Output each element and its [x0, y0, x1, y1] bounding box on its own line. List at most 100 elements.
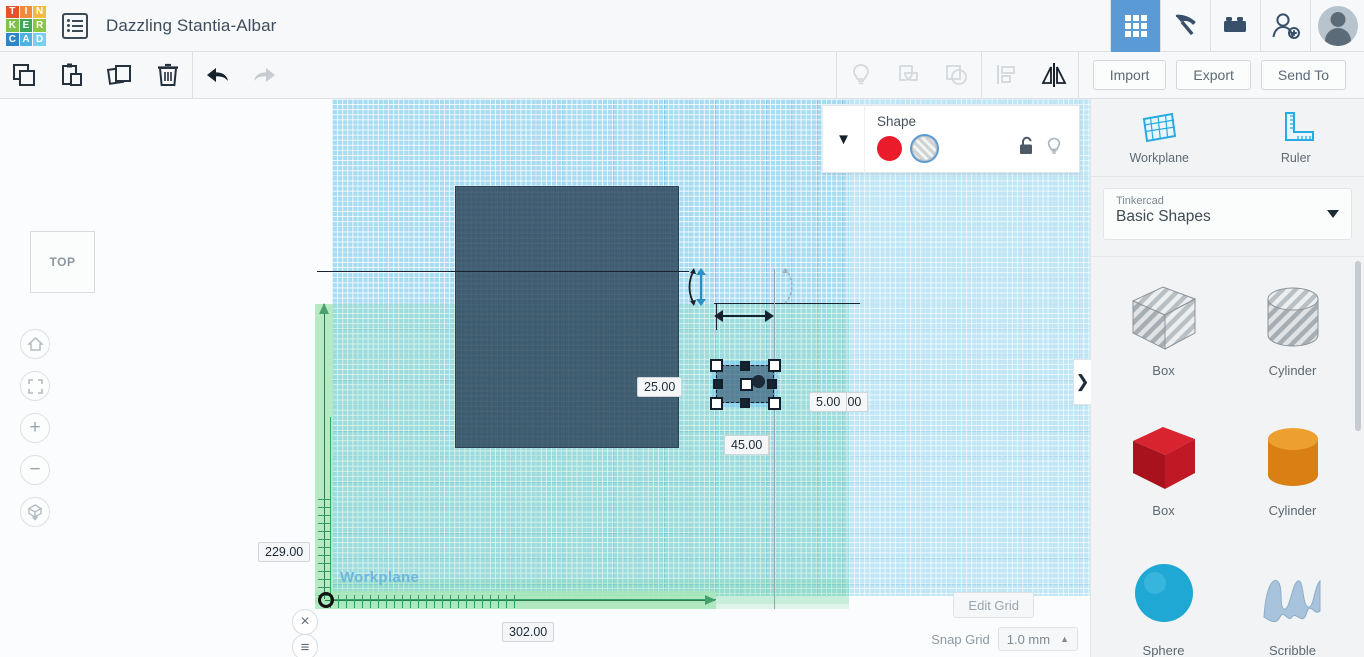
zoom-out-button[interactable]: −	[20, 455, 50, 485]
delete-icon[interactable]	[144, 52, 192, 98]
snap-grid-value: 1.0 mm	[1006, 631, 1051, 647]
dimension-arrowhead-left	[714, 310, 723, 322]
lightbulb-icon[interactable]	[837, 52, 885, 98]
sphere-icon	[1134, 564, 1193, 622]
shape-label: Sphere	[1142, 643, 1185, 657]
undo-icon[interactable]	[193, 52, 241, 98]
avatar-image	[1317, 6, 1358, 46]
logo-letter: A	[19, 32, 33, 46]
resize-handle-s[interactable]	[740, 398, 750, 408]
edit-grid-button[interactable]: Edit Grid	[953, 592, 1034, 618]
dimension-label-left[interactable]: 25.00	[637, 377, 683, 397]
rotate-handle[interactable]	[752, 375, 765, 388]
logo-letter: D	[33, 32, 46, 46]
shape-properties-panel: ▼ Shape	[822, 105, 1080, 173]
resize-handle-ne[interactable]	[768, 359, 781, 372]
sidebar-scrollbar[interactable]	[1355, 261, 1361, 431]
ruler-measure-horizontal[interactable]: 302.00	[502, 622, 555, 642]
paste-icon[interactable]	[48, 52, 96, 98]
visibility-icon[interactable]	[1045, 136, 1063, 161]
move-arrows-icon[interactable]	[687, 265, 717, 309]
ruler-ticks-horizontal	[330, 595, 520, 608]
logo-letter: C	[6, 32, 19, 46]
dimension-label-right[interactable]: 5.00	[809, 392, 848, 412]
bulb-glyph	[1047, 137, 1061, 154]
ruler-inner-line-horizontal	[330, 599, 716, 600]
codeblocks-pickaxe-icon[interactable]	[1160, 0, 1210, 52]
view-cube[interactable]: TOP	[30, 231, 95, 293]
shape-panel-collapse-button[interactable]: ▼	[823, 106, 865, 172]
lego-brick-icon[interactable]	[1210, 0, 1260, 52]
ruler-menu-icon[interactable]: ≡	[292, 634, 318, 657]
ruler-icon	[1284, 112, 1314, 141]
solid-color-swatch[interactable]	[877, 136, 902, 161]
chevron-down-icon	[1327, 210, 1339, 218]
home-icon	[26, 336, 44, 351]
align-icon[interactable]	[982, 52, 1030, 98]
export-button[interactable]: Export	[1176, 60, 1251, 90]
edit-grid-label: Edit Grid	[953, 592, 1034, 618]
ruler-origin-handle[interactable]	[318, 592, 334, 608]
top-bar-actions	[1110, 0, 1364, 52]
hole-swatch[interactable]	[912, 136, 937, 161]
shape-sphere[interactable]: Sphere	[1099, 547, 1228, 657]
tinkercad-logo[interactable]: T I N K E R C A D	[6, 5, 46, 46]
mirror-icon[interactable]	[1030, 52, 1078, 98]
solid-object-box[interactable]	[455, 186, 679, 448]
resize-handle-n[interactable]	[740, 361, 750, 371]
duplicate-icon[interactable]	[96, 52, 144, 98]
ungroup-icon[interactable]	[933, 52, 981, 98]
undo-glyph	[207, 68, 228, 82]
redo-icon[interactable]	[241, 52, 289, 98]
shape-library-select[interactable]: Tinkercad Basic Shapes	[1103, 188, 1352, 240]
design-grid-icon[interactable]	[1110, 0, 1160, 52]
snap-grid-control: Snap Grid 1.0 mm ▲	[931, 627, 1078, 651]
home-view-button[interactable]	[20, 329, 50, 359]
workplane-tool[interactable]: Workplane	[1091, 99, 1228, 176]
resize-handle-nw[interactable]	[710, 359, 723, 372]
copy-icon[interactable]	[0, 52, 48, 98]
shape-cylinder-solid[interactable]: Cylinder	[1228, 407, 1357, 547]
ruler-inner-line-vertical	[330, 417, 331, 599]
logo-letter: T	[6, 5, 19, 19]
dimension-label-bottom[interactable]: 45.00	[724, 435, 770, 455]
invite-person-icon[interactable]	[1260, 0, 1310, 52]
shape-label: Cylinder	[1268, 363, 1317, 378]
shape-panel-body: Shape	[865, 106, 1079, 172]
design-list-icon[interactable]	[62, 12, 88, 39]
send-to-button[interactable]: Send To	[1260, 60, 1346, 90]
workplane-tool-label: Workplane	[1129, 151, 1190, 165]
logo-letter: R	[33, 19, 46, 32]
import-button[interactable]: Import	[1092, 60, 1167, 90]
edit-toolbar: Import Export Send To	[0, 52, 1364, 99]
resize-handle-se[interactable]	[768, 397, 781, 410]
snap-grid-select[interactable]: 1.0 mm ▲	[997, 627, 1078, 651]
shape-cylinder-hole[interactable]: Cylinder	[1228, 267, 1357, 407]
sidebar-collapse-tab[interactable]: ❯	[1073, 359, 1091, 405]
rotate-arrow-icon[interactable]	[779, 265, 801, 307]
workplane-grid-icon	[1143, 112, 1177, 143]
dimension-arrow-width	[722, 315, 768, 317]
perspective-toggle-button[interactable]	[20, 497, 50, 527]
resize-handle-sw[interactable]	[710, 397, 723, 410]
shape-box-solid[interactable]: Box	[1099, 407, 1228, 547]
zoom-in-button[interactable]: +	[20, 413, 50, 443]
resize-handle-w[interactable]	[713, 379, 723, 389]
library-title: Basic Shapes	[1116, 208, 1211, 225]
scribble-icon	[1262, 579, 1320, 623]
lock-icon[interactable]	[1017, 136, 1035, 161]
ruler-close-icon[interactable]: ×	[292, 609, 318, 635]
cylinder-hole-icon	[1267, 287, 1318, 347]
resize-handle-e[interactable]	[767, 379, 777, 389]
viewport-canvas[interactable]: Workplane 25.00 45.00 .00 5.00 229.00 30…	[0, 99, 1090, 657]
ruler-measure-vertical[interactable]: 229.00	[258, 542, 311, 562]
fit-view-button[interactable]	[20, 371, 50, 401]
shape-box-hole[interactable]: Box	[1099, 267, 1228, 407]
shape-scribble[interactable]: Scribble	[1228, 547, 1357, 657]
duplicate-glyph	[107, 65, 131, 85]
snap-grid-label: Snap Grid	[931, 631, 990, 647]
avatar[interactable]	[1310, 0, 1364, 52]
ruler-tool[interactable]: Ruler	[1228, 99, 1364, 176]
group-icon[interactable]	[885, 52, 933, 98]
mirror-glyph	[1041, 63, 1067, 87]
